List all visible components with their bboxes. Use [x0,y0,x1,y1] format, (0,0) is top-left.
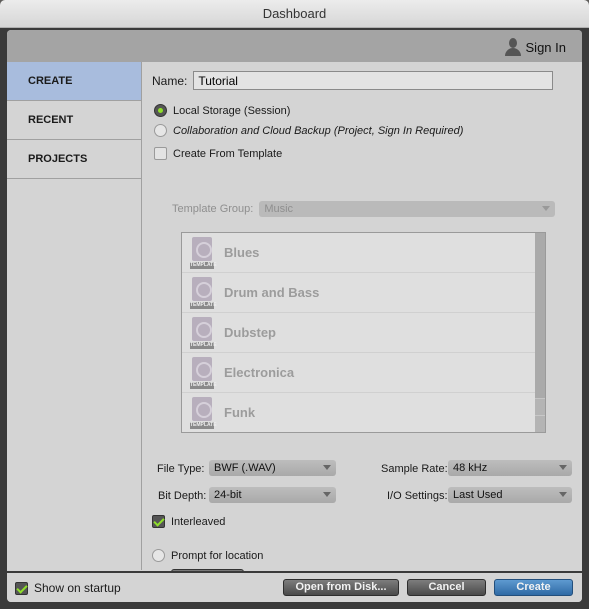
interleaved-label: Interleaved [171,515,226,528]
person-icon [504,38,521,56]
template-item[interactable]: TEMPLATE Drum and Bass [182,273,537,313]
sample-rate-value: 48 kHz [453,462,488,474]
create-pane: Name: Local Storage (Session) Collaborat… [143,62,582,585]
cloud-backup-option[interactable]: Collaboration and Cloud Backup (Project,… [154,124,463,137]
chevron-down-icon [559,492,567,497]
bit-depth-select[interactable]: 24-bit [209,487,336,503]
local-storage-label: Local Storage (Session) [173,104,291,117]
chevron-down-icon [559,465,567,470]
file-type-label: File Type: [157,463,205,475]
template-item[interactable]: TEMPLATE Blues [182,233,537,273]
template-item[interactable]: TEMPLATE Electronica [182,353,537,393]
chevron-down-icon [323,492,331,497]
dashboard-window: Dashboard Sign In CREATE RECENT PROJECTS… [0,0,589,609]
sample-rate-select[interactable]: 48 kHz [448,460,572,476]
cloud-backup-label: Collaboration and Cloud Backup (Project,… [173,124,464,137]
prompt-location-option[interactable]: Prompt for location [152,549,263,562]
sample-rate-label: Sample Rate: [381,463,448,475]
file-type-select[interactable]: BWF (.WAV) [209,460,336,476]
io-settings-label: I/O Settings: [387,490,448,502]
template-group-row: Template Group: Music [172,201,556,217]
sidebar: CREATE RECENT PROJECTS [7,62,142,570]
file-type-value: BWF (.WAV) [214,462,276,474]
prompt-location-label: Prompt for location [171,549,264,562]
cancel-button[interactable]: Cancel [407,579,486,596]
create-button[interactable]: Create [494,579,573,596]
footer: Show on startup Open from Disk... Cancel… [7,571,582,602]
template-icon: TEMPLATE [190,236,217,269]
create-from-template-option[interactable]: Create From Template [154,147,282,160]
bit-depth-value: 24-bit [214,489,242,501]
sidebar-item-create[interactable]: CREATE [7,62,141,101]
template-item[interactable]: TEMPLATE Funk [182,393,537,432]
show-on-startup-checkbox[interactable] [15,581,28,595]
template-group-label: Template Group: [172,203,254,215]
sign-in-button[interactable]: Sign In [504,38,566,56]
template-icon: TEMPLATE [190,276,217,309]
cloud-backup-radio[interactable] [154,124,167,137]
template-icon: TEMPLATE [190,316,217,349]
template-icon: TEMPLATE [190,396,217,429]
scroll-thumb[interactable] [535,398,545,432]
template-name: Drum and Bass [224,285,320,300]
dashboard-panel: Sign In CREATE RECENT PROJECTS Name: Loc… [7,30,582,602]
bit-depth-label: Bit Depth: [158,490,207,502]
chevron-down-icon [323,465,331,470]
interleaved-checkbox[interactable] [152,515,165,528]
window-title: Dashboard [0,0,589,28]
template-list: TEMPLATE Blues TEMPLATE Drum and Bass TE… [181,232,546,433]
template-name: Blues [224,245,260,260]
sidebar-item-recent[interactable]: RECENT [7,101,141,140]
show-on-startup-label: Show on startup [34,581,121,595]
top-bar: Sign In [7,30,582,62]
template-name: Dubstep [224,325,276,340]
name-row: Name: [152,71,554,90]
create-from-template-label: Create From Template [173,147,283,160]
template-item[interactable]: TEMPLATE Dubstep [182,313,537,353]
prompt-location-radio[interactable] [152,549,165,562]
template-name: Funk [224,405,256,420]
name-label: Name: [152,73,188,88]
template-group-select[interactable]: Music [259,201,556,217]
interleaved-option[interactable]: Interleaved [152,515,225,528]
open-from-disk-button[interactable]: Open from Disk... [283,579,399,596]
sidebar-item-projects[interactable]: PROJECTS [7,140,141,179]
show-on-startup-option[interactable]: Show on startup [15,581,121,595]
name-input[interactable] [193,71,554,90]
template-group-value: Music [264,203,294,215]
local-storage-radio[interactable] [154,104,167,117]
io-settings-select[interactable]: Last Used [448,487,572,503]
local-storage-option[interactable]: Local Storage (Session) [154,104,290,117]
template-name: Electronica [224,365,295,380]
template-icon: TEMPLATE [190,356,217,389]
sign-in-label: Sign In [525,39,566,55]
chevron-down-icon [542,206,551,211]
create-from-template-checkbox[interactable] [154,147,167,160]
io-settings-value: Last Used [453,489,503,501]
template-list-scrollbar[interactable] [535,233,545,432]
